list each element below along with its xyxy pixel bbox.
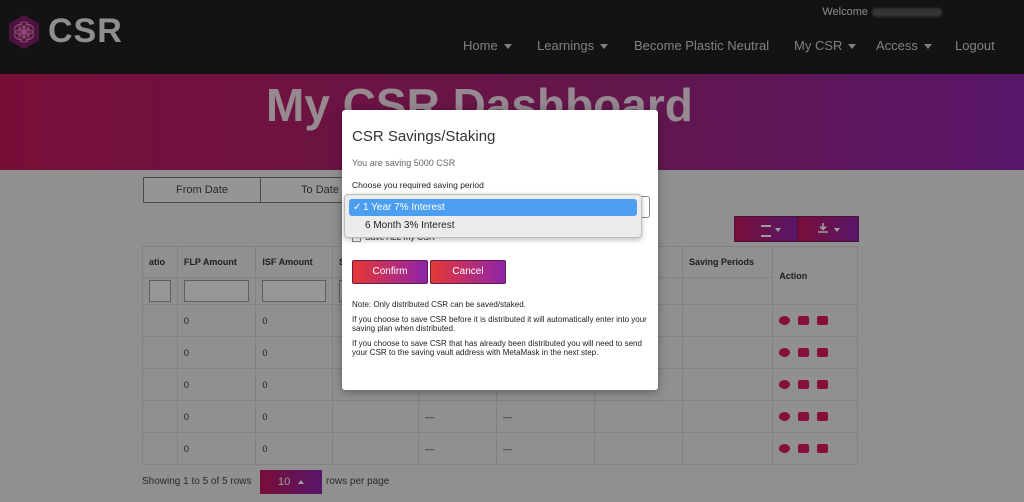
option-label: 1 Year 7% Interest — [363, 202, 445, 213]
note-text: If you choose to save CSR before it is d… — [352, 315, 647, 333]
saving-amount-text: You are saving 5000 CSR — [352, 158, 456, 168]
option-label: 6 Month 3% Interest — [365, 220, 455, 231]
confirm-button[interactable]: Confirm — [352, 260, 428, 284]
modal-title: CSR Savings/Staking — [352, 128, 496, 145]
modal-notes: Note: Only distributed CSR can be saved/… — [352, 300, 652, 363]
saving-period-dropdown: ✓ 1 Year 7% Interest 6 Month 3% Interest — [344, 194, 642, 238]
note-text: If you choose to save CSR that has alrea… — [352, 339, 642, 357]
savings-staking-modal: CSR Savings/Staking You are saving 5000 … — [342, 110, 658, 390]
cancel-button[interactable]: Cancel — [430, 260, 506, 284]
checkmark-icon: ✓ — [353, 202, 362, 213]
saving-period-label: Choose you required saving period — [352, 180, 484, 190]
option-1-year[interactable]: ✓ 1 Year 7% Interest — [349, 199, 637, 216]
note-text: Note: Only distributed CSR can be saved/… — [352, 300, 526, 309]
option-6-month[interactable]: 6 Month 3% Interest — [349, 217, 637, 234]
